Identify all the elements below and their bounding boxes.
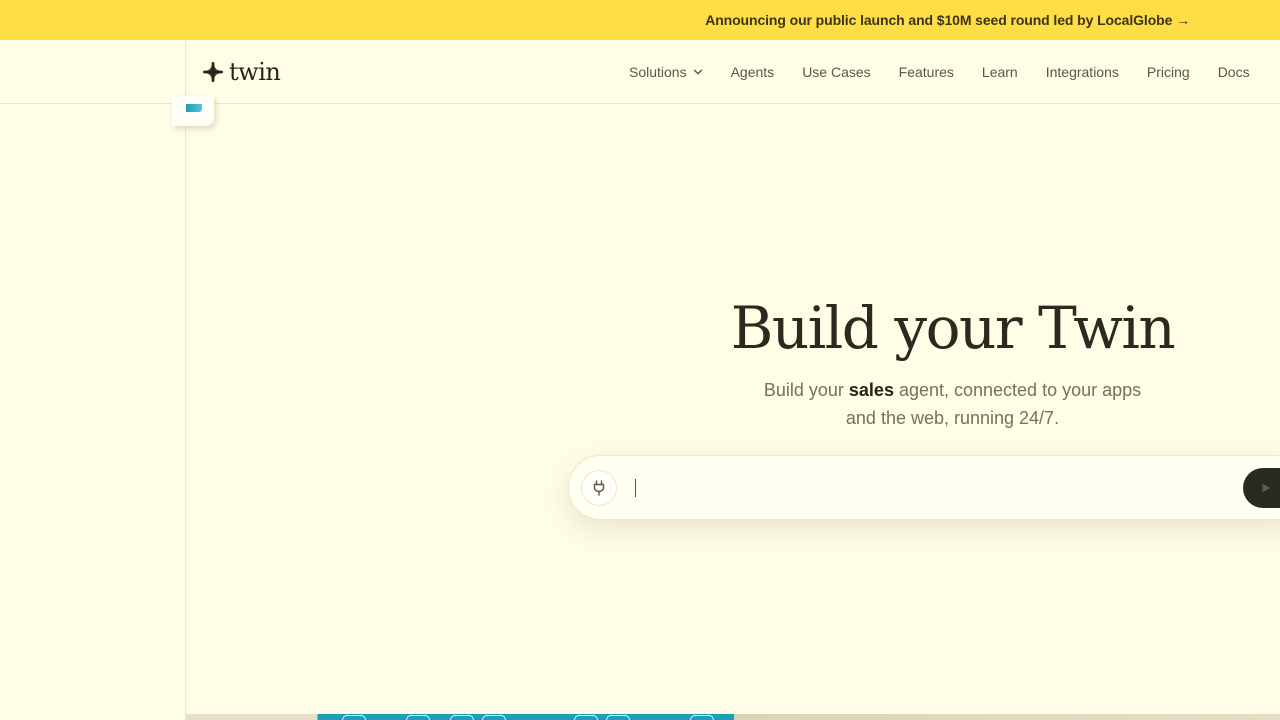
twin-logo-icon (203, 62, 223, 82)
preview-card-fragment (172, 96, 214, 126)
preview-arc (482, 715, 506, 720)
nav-item-solutions[interactable]: Solutions (629, 64, 703, 80)
preview-arc (342, 715, 366, 720)
left-divider (185, 40, 186, 720)
nav-item-pricing[interactable]: Pricing (1147, 64, 1190, 80)
plug-icon (593, 480, 605, 496)
nav-item-agents[interactable]: Agents (731, 64, 775, 80)
nav-item-integrations[interactable]: Integrations (1046, 64, 1119, 80)
hero-subtitle: Build your sales agent, connected to you… (760, 376, 1145, 432)
play-icon (1262, 483, 1270, 493)
chevron-down-icon (693, 69, 702, 75)
preview-arc (606, 715, 630, 720)
preview-arc (406, 715, 430, 720)
site-header: twin Solutions Agents Use Cases Features… (0, 40, 1280, 104)
brand-logo[interactable]: twin (203, 58, 281, 86)
showcase-preview-teal (320, 714, 734, 720)
nav-item-use-cases[interactable]: Use Cases (802, 64, 870, 80)
main-nav: Solutions Agents Use Cases Features Lear… (629, 40, 1250, 104)
brand-name: twin (229, 58, 281, 86)
agent-prompt-input[interactable] (633, 474, 1233, 502)
preview-arc (574, 715, 598, 720)
preview-arc (690, 715, 714, 720)
nav-item-label: Solutions (629, 64, 687, 80)
agent-prompt-box (568, 455, 1280, 520)
hero-subtitle-highlight: sales (848, 380, 894, 400)
announcement-link[interactable]: Announcing our public launch and $10M se… (705, 0, 1190, 40)
preview-card-accent (186, 104, 202, 112)
send-button[interactable] (1243, 468, 1280, 508)
preview-arc (450, 715, 474, 720)
hero-subtitle-prefix: Build your (763, 380, 849, 400)
nav-item-learn[interactable]: Learn (982, 64, 1018, 80)
nav-item-docs[interactable]: Docs (1218, 64, 1250, 80)
connect-apps-button[interactable] (581, 470, 617, 506)
announcement-banner: Announcing our public launch and $10M se… (0, 0, 1280, 40)
nav-item-features[interactable]: Features (899, 64, 954, 80)
text-caret (635, 479, 636, 497)
hero-title: Build your Twin (730, 294, 1176, 362)
